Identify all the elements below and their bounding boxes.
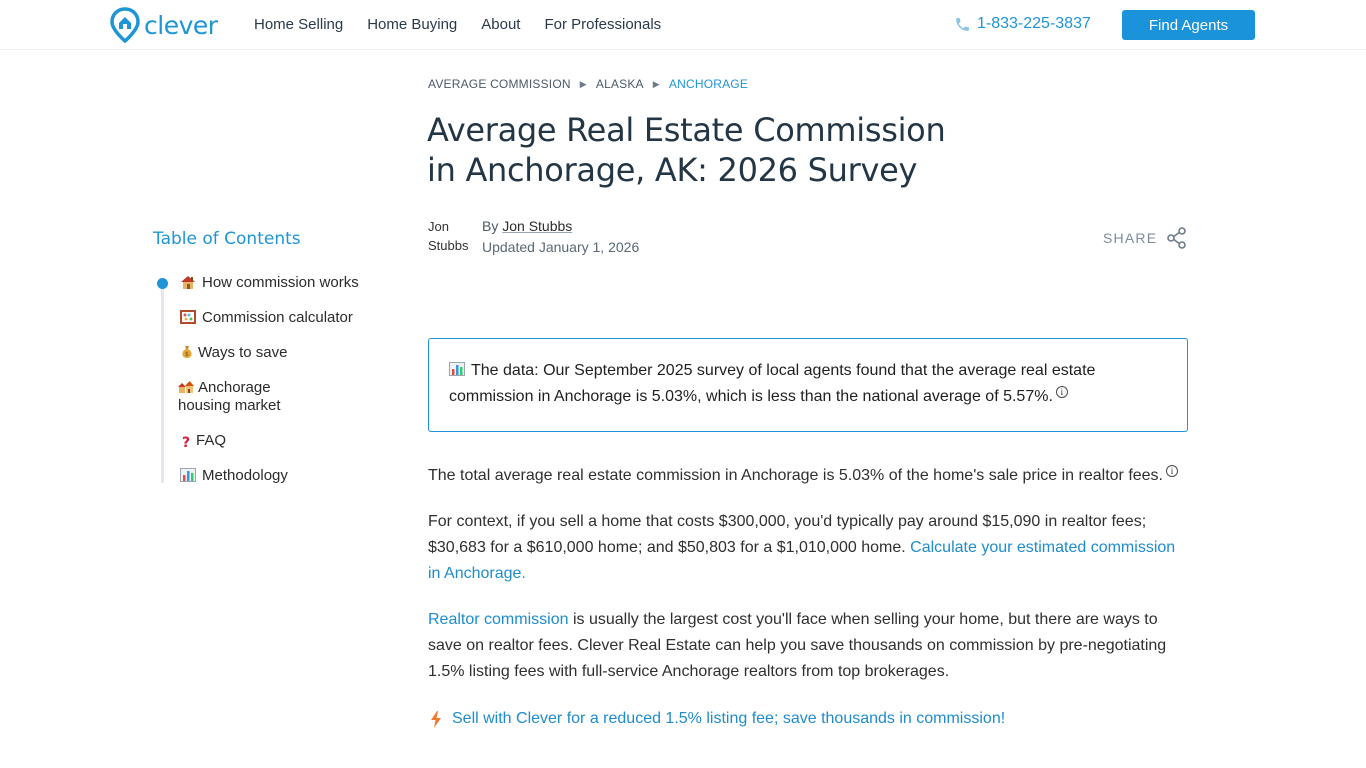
paragraph-text: The total average real estate commission… bbox=[428, 467, 1163, 484]
author-link[interactable]: Jon Stubbs bbox=[502, 218, 572, 234]
info-icon[interactable]: i bbox=[1055, 386, 1068, 398]
breadcrumb-average-commission[interactable]: AVERAGE COMMISSION bbox=[428, 77, 571, 91]
share-icon bbox=[1167, 227, 1187, 249]
abacus-emoji-icon bbox=[180, 310, 196, 324]
byline: By Jon Stubbs bbox=[482, 218, 572, 234]
paragraph-average-commission: The total average real estate commission… bbox=[428, 463, 1190, 489]
toc-item-how-commission-works[interactable]: How commission works bbox=[180, 274, 359, 292]
toc-item-label: FAQ bbox=[196, 432, 227, 449]
nav-about[interactable]: About bbox=[481, 16, 520, 33]
nav-home-buying[interactable]: Home Buying bbox=[367, 16, 457, 33]
data-summary-box: The data: Our September 2025 survey of l… bbox=[428, 338, 1188, 432]
breadcrumb-separator-icon: ▶ bbox=[579, 78, 587, 89]
paragraph-realtor-commission: Realtor commission is usually the larges… bbox=[428, 607, 1190, 685]
toc-item-faq[interactable]: ? FAQ bbox=[180, 432, 226, 450]
money-bag-emoji-icon: $ bbox=[180, 345, 194, 359]
share-label: SHARE bbox=[1103, 230, 1158, 246]
main-nav: Home Selling Home Buying About For Profe… bbox=[254, 16, 685, 33]
updated-date: Updated January 1, 2026 bbox=[482, 239, 640, 255]
toc-title: Table of Contents bbox=[153, 229, 301, 249]
toc-active-indicator bbox=[157, 278, 168, 289]
logo-text: clever bbox=[144, 10, 218, 40]
paragraph-context: For context, if you sell a home that cos… bbox=[428, 509, 1190, 587]
author-avatar: Jon Stubbs bbox=[428, 219, 469, 253]
breadcrumb-separator-icon: ▶ bbox=[652, 78, 660, 89]
data-box-prefix: The data: bbox=[471, 362, 539, 379]
toc-item-label: Ways to save bbox=[198, 344, 288, 361]
toc-item-label: Commission calculator bbox=[202, 309, 353, 326]
lightning-icon bbox=[431, 710, 441, 728]
page-title-line1: Average Real Estate Commission bbox=[427, 111, 946, 149]
nav-home-selling[interactable]: Home Selling bbox=[254, 16, 343, 33]
info-icon[interactable]: i bbox=[1166, 465, 1178, 477]
page-title-line2: in Anchorage, AK: 2026 Survey bbox=[427, 151, 918, 189]
question-mark-emoji-icon: ? bbox=[181, 435, 191, 451]
toc-progress-line bbox=[161, 283, 164, 483]
site-header: clever Home Selling Home Buying About Fo… bbox=[0, 0, 1366, 50]
clever-logo[interactable]: clever bbox=[110, 7, 218, 43]
realtor-commission-link[interactable]: Realtor commission bbox=[428, 611, 568, 628]
toc-item-methodology[interactable]: Methodology bbox=[180, 467, 288, 485]
house-emoji-icon bbox=[180, 275, 196, 289]
phone-link[interactable]: 1-833-225-3837 bbox=[954, 15, 1091, 33]
breadcrumb-alaska[interactable]: ALASKA bbox=[596, 77, 644, 91]
bar-chart-emoji-icon bbox=[180, 468, 196, 482]
phone-number: 1-833-225-3837 bbox=[977, 15, 1091, 32]
byline-prefix: By bbox=[482, 218, 499, 234]
svg-text:$: $ bbox=[185, 351, 189, 358]
nav-for-professionals[interactable]: For Professionals bbox=[544, 16, 661, 33]
sell-with-clever-link[interactable]: Sell with Clever for a reduced 1.5% list… bbox=[430, 706, 1005, 732]
phone-icon bbox=[956, 17, 969, 31]
breadcrumb: AVERAGE COMMISSION ▶ ALASKA ▶ ANCHORAGE bbox=[428, 77, 748, 91]
page-title: Average Real Estate Commission in Anchor… bbox=[427, 110, 987, 190]
toc-item-label: Methodology bbox=[202, 467, 288, 484]
toc-item-label: How commission works bbox=[202, 274, 359, 291]
sell-with-clever-text: Sell with Clever for a reduced 1.5% list… bbox=[452, 710, 1006, 727]
toc-item-commission-calculator[interactable]: Commission calculator bbox=[180, 309, 353, 327]
bar-chart-emoji-icon bbox=[449, 359, 465, 376]
find-agents-button[interactable]: Find Agents bbox=[1122, 10, 1255, 40]
toc-item-ways-to-save[interactable]: $ Ways to save bbox=[180, 344, 287, 362]
toc-item-anchorage-housing-market[interactable]: Anchorage housing market bbox=[178, 379, 298, 415]
data-box-text: Our September 2025 survey of local agent… bbox=[449, 362, 1096, 405]
share-button[interactable]: SHARE bbox=[1103, 227, 1187, 249]
clever-logo-icon bbox=[110, 7, 140, 43]
houses-emoji-icon bbox=[178, 380, 194, 394]
breadcrumb-anchorage[interactable]: ANCHORAGE bbox=[669, 77, 748, 91]
